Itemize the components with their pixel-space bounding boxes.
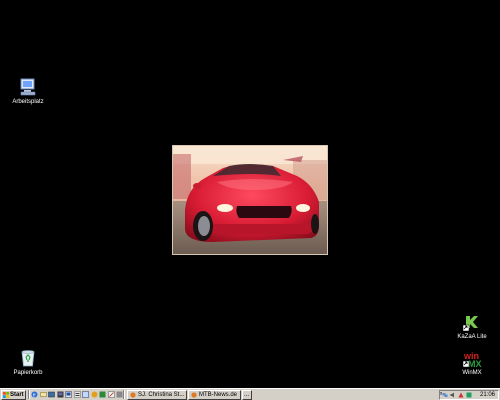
network-icon[interactable] [442, 392, 448, 398]
taskbar-button-overflow[interactable]: ... [242, 390, 252, 400]
security-icon[interactable] [458, 392, 464, 398]
desktop-icon-label: Arbeitsplatz [12, 99, 44, 105]
windows-logo-icon [3, 392, 9, 398]
taskbar-button-mtb-news[interactable]: MTB-News.de [188, 390, 241, 400]
desktop-icon-arbeitsplatz[interactable]: Arbeitsplatz [6, 77, 50, 106]
app-tray-icon[interactable] [466, 392, 472, 398]
start-button[interactable]: Start [1, 390, 26, 400]
app-icon[interactable] [91, 391, 98, 398]
system-tray: 21:06 [439, 390, 499, 400]
svg-text:e: e [33, 392, 36, 398]
app-icon[interactable] [107, 391, 115, 398]
volume-icon[interactable] [450, 392, 456, 398]
app-icon[interactable] [99, 391, 106, 398]
browser-window-icon [191, 392, 197, 398]
my-computer-icon [18, 77, 38, 97]
red-sports-car-photo [173, 146, 327, 254]
clock[interactable]: 21:06 [480, 392, 495, 398]
internet-explorer-icon[interactable]: e [31, 391, 38, 398]
quick-launch-bar: e [31, 391, 125, 399]
start-label: Start [10, 392, 24, 398]
desktop-icon-label: Papierkorb [13, 370, 43, 376]
taskbar: Start e SJ. Christina St... MTB-News.de … [0, 388, 500, 400]
media-player-icon[interactable] [57, 391, 64, 398]
explorer-icon[interactable] [65, 391, 72, 398]
svg-text:MX: MX [468, 359, 482, 368]
taskbar-button-label: ... [244, 392, 250, 398]
desktop-icon-kazaa-lite[interactable]: KaZaA Lite [450, 312, 494, 341]
winmx-icon: win MX [462, 348, 482, 369]
taskbar-button-label: SJ. Christina St... [138, 392, 185, 398]
recycle-bin-icon [18, 348, 38, 368]
taskbar-separator [123, 390, 125, 399]
app-icon[interactable] [82, 391, 89, 398]
show-desktop-icon[interactable] [48, 391, 55, 398]
desktop[interactable]: Arbeitsplatz Papierkorb KaZaA Lite win M… [0, 0, 500, 388]
desktop-icon-papierkorb[interactable]: Papierkorb [6, 348, 50, 377]
taskbar-button-sj-christina[interactable]: SJ. Christina St... [127, 390, 187, 400]
app-icon[interactable] [116, 391, 123, 398]
desktop-icon-label: WinMX [462, 370, 482, 376]
desktop-icon-winmx[interactable]: win MX WinMX [450, 348, 494, 377]
desktop-icon-label: KaZaA Lite [457, 334, 487, 340]
taskbar-separator [28, 390, 30, 399]
wallpaper-image [172, 145, 328, 255]
browser-window-icon [130, 392, 136, 398]
kazaa-lite-icon [462, 312, 482, 332]
outlook-icon[interactable] [39, 391, 47, 398]
app-icon[interactable] [73, 391, 81, 398]
taskbar-button-label: MTB-News.de [199, 392, 238, 398]
